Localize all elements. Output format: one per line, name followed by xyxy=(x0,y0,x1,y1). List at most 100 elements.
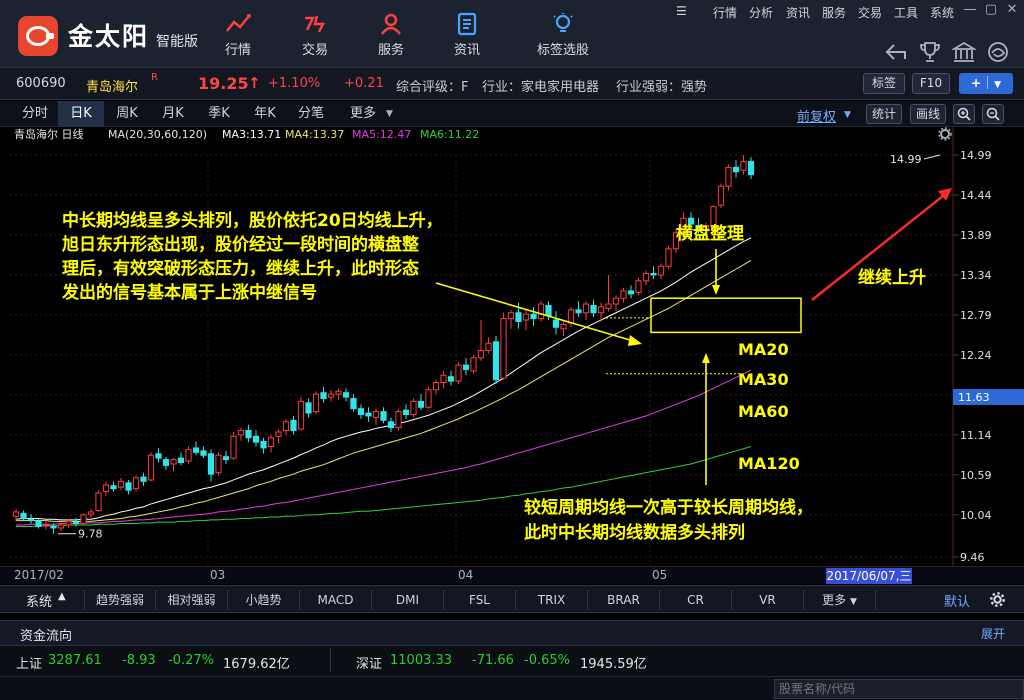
candle-up xyxy=(440,374,447,384)
tab-trend-strength[interactable]: 趋势强弱 xyxy=(84,590,156,610)
candle-up xyxy=(335,390,342,395)
back-icon[interactable] xyxy=(884,40,908,64)
nav-tag-stock-picker[interactable]: 标签选股 xyxy=(527,8,599,64)
candle-down xyxy=(552,319,560,328)
tab-ticks[interactable]: 分笔 xyxy=(288,101,334,127)
nav-service[interactable]: 服务 xyxy=(359,8,423,64)
tab-more-indicators[interactable]: 更多 ▼ xyxy=(804,590,876,610)
candle-up xyxy=(725,166,732,187)
menu-service[interactable]: 服务 xyxy=(822,4,846,21)
candle-up xyxy=(455,364,462,382)
menu-analysis[interactable]: 分析 xyxy=(749,4,773,21)
candle-up xyxy=(237,430,245,436)
tab-yearly-k[interactable]: 年K xyxy=(242,101,288,127)
tab-minor-trend[interactable]: 小趋势 xyxy=(228,590,300,610)
candle-up xyxy=(740,161,747,171)
candle-down xyxy=(20,512,27,519)
ma-callout-label: MA120 xyxy=(738,454,800,473)
ma-legend-ma4: MA4:13.37 xyxy=(285,128,344,141)
tab-vr[interactable]: VR xyxy=(732,590,804,610)
app-logo xyxy=(18,16,58,56)
zoom-in-icon[interactable] xyxy=(953,104,975,124)
candle-down xyxy=(575,309,582,314)
tab-monthly-k[interactable]: 月K xyxy=(150,101,196,127)
candle-down xyxy=(72,521,80,525)
trophy-icon[interactable] xyxy=(918,40,942,64)
candle-up xyxy=(282,421,290,432)
close-icon[interactable]: ✕ xyxy=(1004,2,1020,18)
menu-system[interactable]: 系统 xyxy=(930,4,954,21)
sh-index-amount: 1679.62亿 xyxy=(223,657,290,672)
ma-legend: MA(20,30,60,120) MA3:13.71 MA4:13.37 MA5… xyxy=(108,128,479,141)
menu-quotes[interactable]: 行情 xyxy=(713,4,737,21)
market-status-bar: 上证 3287.61 -8.93 -0.27% 1679.62亿 深证 1100… xyxy=(0,646,1024,676)
tab-brar[interactable]: BRAR xyxy=(588,590,660,610)
tab-intraday[interactable]: 分时 xyxy=(12,101,58,127)
ma-legend-ma3: MA3:13.71 xyxy=(222,128,281,141)
tab-relative-strength[interactable]: 相对强弱 xyxy=(156,590,228,610)
tab-macd[interactable]: MACD xyxy=(300,590,372,610)
candle-down xyxy=(402,409,410,416)
tab-dmi[interactable]: DMI xyxy=(372,590,444,610)
candle-up xyxy=(507,312,515,320)
maximize-icon[interactable]: ▢ xyxy=(983,2,999,18)
tab-fsl[interactable]: FSL xyxy=(444,590,516,610)
candle-down xyxy=(732,166,740,173)
ma-legend-ma5: MA5:12.47 xyxy=(352,128,411,141)
stock-price: 19.25 xyxy=(198,74,249,93)
sh-index-change: -8.93 xyxy=(122,653,156,668)
candle-down xyxy=(492,341,500,381)
candle-up xyxy=(665,248,672,267)
nav-market[interactable]: 行情 xyxy=(206,8,270,64)
default-button[interactable]: 默认 xyxy=(944,591,970,610)
menu-list-icon[interactable]: ☰ xyxy=(676,4,687,18)
building-icon[interactable] xyxy=(952,40,976,64)
x-label-may: 05 xyxy=(652,568,668,582)
tag-button[interactable]: 标签 xyxy=(863,73,905,94)
indicator-tab-bar: 系统 ▲ 趋势强弱 相对强弱 小趋势 MACD DMI FSL TRIX BRA… xyxy=(0,585,1024,613)
tab-trix[interactable]: TRIX xyxy=(516,590,588,610)
annotation-bottom-text: 较短周期均线一次高于较长周期均线， xyxy=(524,497,813,518)
candle-up xyxy=(605,303,612,309)
min-price-label: 9.78 xyxy=(78,528,103,541)
stock-code: 600690 xyxy=(16,76,66,91)
tab-quarterly-k[interactable]: 季K xyxy=(196,101,242,127)
kline-chart[interactable]: 青岛海尔 日线 MA(20,30,60,120) MA3:13.71 MA4:1… xyxy=(0,127,1024,567)
ma-legend-params: MA(20,30,60,120) xyxy=(108,128,207,141)
minimize-icon[interactable]: — xyxy=(962,2,978,18)
tab-weekly-k[interactable]: 周K xyxy=(104,101,150,127)
nav-trade[interactable]: 交易 xyxy=(283,8,347,64)
add-watchlist-button[interactable]: + ▼ xyxy=(959,73,1013,94)
draw-line-button[interactable]: 画线 xyxy=(910,104,946,124)
stats-button[interactable]: 统计 xyxy=(866,104,902,124)
gear-icon[interactable] xyxy=(989,591,1006,608)
nav-label: 资讯 xyxy=(453,43,480,58)
annotation-main-text: 发出的信号基本属于上涨中继信号 xyxy=(61,282,317,303)
nav-news[interactable]: 资讯 xyxy=(435,8,499,64)
current-price-label: 11.63 xyxy=(958,391,990,404)
candle-up xyxy=(410,400,417,416)
candle-down xyxy=(125,482,132,491)
tab-more[interactable]: 更多 xyxy=(340,101,386,127)
continue-up-label: 继续上升 xyxy=(858,267,926,288)
stock-name[interactable]: 青岛海尔 xyxy=(86,76,138,95)
swirl-logo-icon[interactable] xyxy=(986,40,1010,64)
tab-cr[interactable]: CR xyxy=(660,590,732,610)
menu-news[interactable]: 资讯 xyxy=(786,4,810,21)
candle-up xyxy=(717,185,725,206)
zoom-out-icon[interactable] xyxy=(982,104,1004,124)
system-dropdown[interactable]: 系统 xyxy=(26,591,52,610)
stock-industry[interactable]: 行业：家电家用电器 xyxy=(482,76,599,95)
tab-daily-k[interactable]: 日K xyxy=(58,101,104,127)
candle-up xyxy=(87,511,95,515)
adjust-dropdown[interactable]: 前复权 xyxy=(797,106,836,125)
candle-down xyxy=(350,398,357,410)
stock-search-input[interactable] xyxy=(774,679,1024,699)
expand-button[interactable]: 展开 xyxy=(981,625,1005,642)
sz-index-pct: -0.65% xyxy=(524,653,570,668)
f10-button[interactable]: F10 xyxy=(912,73,950,94)
x-label-feb: 2017/02 xyxy=(14,568,64,582)
menu-trade[interactable]: 交易 xyxy=(858,4,882,21)
menu-tools[interactable]: 工具 xyxy=(894,4,918,21)
annotation-main-text: 理后，有效突破形态压力，继续上升，此时形态 xyxy=(62,258,419,279)
